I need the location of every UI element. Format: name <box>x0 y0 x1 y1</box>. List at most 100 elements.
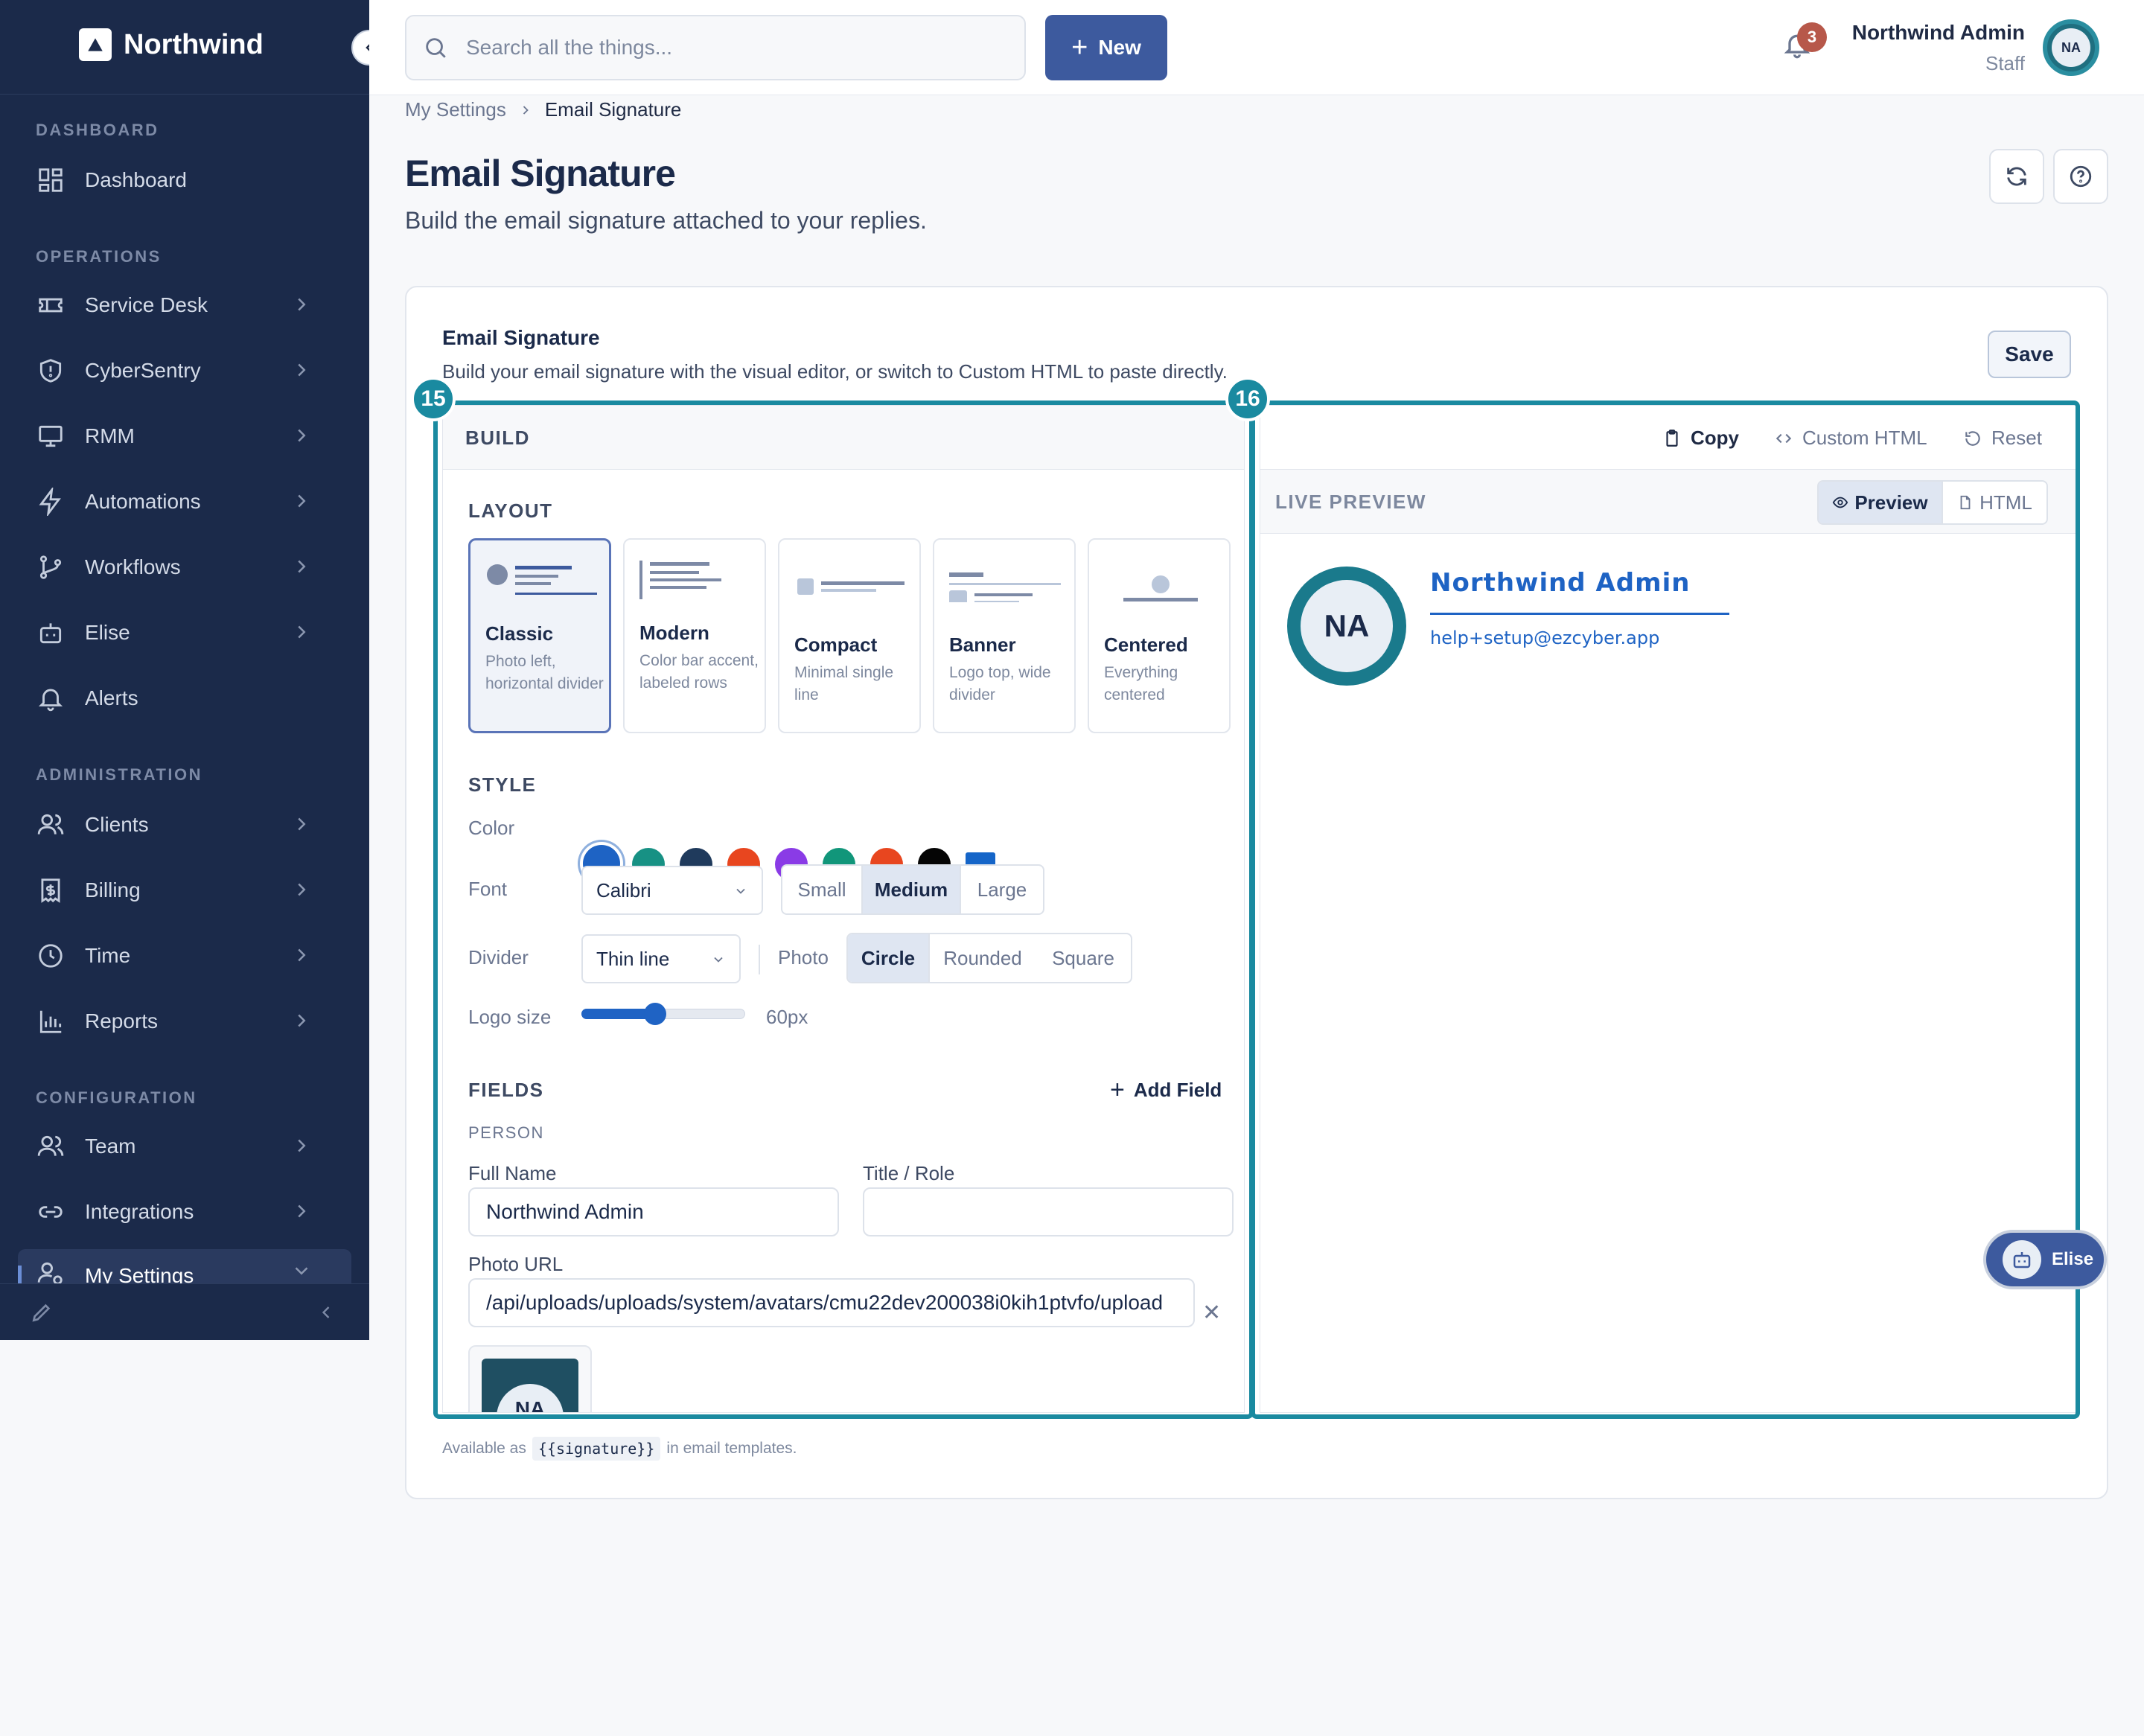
receipt-icon <box>36 875 66 905</box>
chevron-left-icon[interactable] <box>316 1302 336 1323</box>
card-title: Email Signature <box>442 326 600 349</box>
page-title: Email Signature <box>405 153 676 194</box>
users-icon <box>36 1132 66 1161</box>
sidebar-item-my-settings[interactable]: My Settings <box>18 1249 351 1283</box>
chevron-right-icon <box>290 944 313 966</box>
marker-preview: 16 <box>1225 377 1270 421</box>
sidebar-item-time[interactable]: Time <box>18 928 351 984</box>
link-icon <box>36 1197 66 1227</box>
sidebar-item-integrations[interactable]: Integrations <box>18 1184 351 1240</box>
chevron-right-icon <box>290 293 313 316</box>
chevron-right-icon <box>290 555 313 578</box>
sidebar: Northwind DASHBOARD Dashboard OPERATIONS… <box>0 0 369 1340</box>
sidebar-item-team[interactable]: Team <box>18 1118 351 1175</box>
sidebar-item-label: Clients <box>85 813 149 836</box>
sidebar-item-label: Integrations <box>85 1200 194 1223</box>
chevron-right-icon <box>290 359 313 381</box>
chevron-right-icon <box>290 424 313 447</box>
chevron-right-icon <box>290 878 313 901</box>
sidebar-item-label: Elise <box>85 621 130 644</box>
sidebar-item-label: Automations <box>85 490 201 513</box>
breadcrumb: My Settings Email Signature <box>405 98 681 121</box>
chevron-right-icon <box>290 1009 313 1032</box>
sidebar-item-reports[interactable]: Reports <box>18 993 351 1050</box>
sidebar-item-label: Workflows <box>85 555 181 578</box>
sidebar-divider <box>0 94 369 95</box>
avatar[interactable]: NA <box>2043 19 2099 76</box>
breadcrumb-parent[interactable]: My Settings <box>405 98 506 121</box>
sidebar-item-workflows[interactable]: Workflows <box>18 539 351 596</box>
sidebar-item-automations[interactable]: Automations <box>18 473 351 530</box>
sidebar-item-label: Time <box>85 944 131 967</box>
bell-icon <box>36 683 66 713</box>
save-button[interactable]: Save <box>1988 331 2071 378</box>
branch-icon <box>36 552 66 582</box>
bot-icon <box>36 618 66 648</box>
footnote: Available as {{signature}} in email temp… <box>442 1437 797 1461</box>
chevron-right-icon <box>523 105 529 115</box>
sidebar-item-cybersentry[interactable]: CyberSentry <box>18 342 351 399</box>
sidebar-item-label: CyberSentry <box>85 359 201 382</box>
build-panel-highlight <box>433 401 1254 1419</box>
refresh-button[interactable] <box>1989 149 2044 204</box>
section-configuration: CONFIGURATION <box>36 1088 197 1107</box>
chevron-right-icon <box>290 813 313 835</box>
elise-fab-label: Elise <box>2052 1249 2094 1269</box>
grid-icon <box>36 165 66 195</box>
chevron-right-icon <box>290 1135 313 1157</box>
pencil-icon[interactable] <box>30 1301 54 1324</box>
search-input[interactable] <box>466 36 987 60</box>
ticket-icon <box>36 290 66 320</box>
sidebar-item-label: Reports <box>85 1009 159 1033</box>
users-icon <box>36 810 66 840</box>
sidebar-footer <box>0 1283 369 1340</box>
chevron-right-icon <box>290 490 313 512</box>
sidebar-item-service-desk[interactable]: Service Desk <box>18 277 351 334</box>
user-role: Staff <box>1985 52 2025 74</box>
clock-icon <box>36 941 66 971</box>
card-description: Build your email signature with the visu… <box>442 360 1228 383</box>
sidebar-item-elise[interactable]: Elise <box>18 604 351 661</box>
sidebar-item-label: My Settings <box>85 1264 194 1283</box>
help-button[interactable] <box>2053 149 2108 204</box>
user-name[interactable]: Northwind Admin <box>1852 21 2025 45</box>
chevron-down-icon <box>290 1260 313 1282</box>
avatar-initials: NA <box>2052 28 2090 67</box>
bot-icon <box>2003 1240 2041 1279</box>
bolt-icon <box>36 487 66 517</box>
plus-icon: + <box>1071 32 1088 63</box>
sidebar-item-label: Service Desk <box>85 293 208 316</box>
new-button[interactable]: + New <box>1045 15 1167 80</box>
refresh-icon <box>2007 167 2026 186</box>
sidebar-item-billing[interactable]: Billing <box>18 862 351 919</box>
sidebar-item-dashboard[interactable]: Dashboard <box>18 152 351 208</box>
brand-name: Northwind <box>124 28 264 60</box>
section-administration: ADMINISTRATION <box>36 765 203 784</box>
breadcrumb-current: Email Signature <box>544 98 682 121</box>
new-button-label: New <box>1098 36 1141 59</box>
notification-badge: 3 <box>1797 22 1827 52</box>
marker-build: 15 <box>411 377 456 421</box>
sidebar-item-label: Alerts <box>85 686 138 709</box>
preview-panel-highlight <box>1251 401 2080 1419</box>
topbar: + New 3 Northwind Admin Staff NA <box>369 0 2144 95</box>
sidebar-item-alerts[interactable]: Alerts <box>18 670 351 727</box>
section-dashboard: DASHBOARD <box>36 121 159 139</box>
sidebar-item-rmm[interactable]: RMM <box>18 408 351 465</box>
elise-fab-button[interactable]: Elise <box>1983 1230 2107 1289</box>
sidebar-item-label: Dashboard <box>85 168 187 191</box>
sidebar-item-label: RMM <box>85 424 135 447</box>
page-subtitle: Build the email signature attached to yo… <box>405 207 927 234</box>
search-box[interactable] <box>405 15 1026 80</box>
help-icon <box>2070 165 2092 188</box>
sidebar-item-clients[interactable]: Clients <box>18 797 351 853</box>
chevron-right-icon <box>290 621 313 643</box>
signature-token: {{signature}} <box>532 1437 661 1461</box>
northwind-logo-icon <box>79 28 112 61</box>
brand[interactable]: Northwind <box>79 28 264 61</box>
user-cog-icon <box>36 1258 66 1283</box>
sidebar-item-label: Team <box>85 1135 136 1158</box>
search-icon <box>426 38 446 58</box>
bar-chart-icon <box>36 1006 66 1036</box>
chevron-right-icon <box>290 1200 313 1222</box>
